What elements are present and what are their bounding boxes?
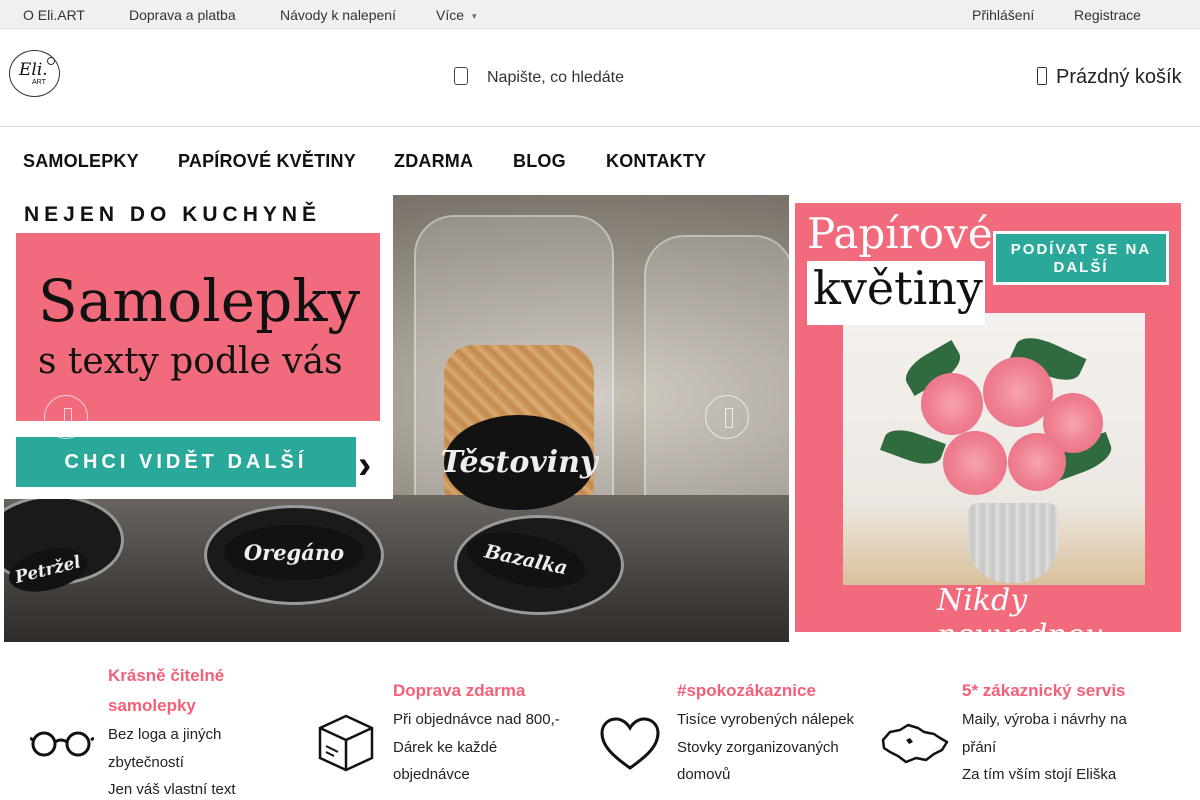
vase-shape [968,503,1058,583]
slider-prev-button[interactable] [44,395,88,439]
feature-title-line2: samolepky [108,696,196,715]
promo-pink-box: Samolepky s texty podle vás [16,233,380,421]
chevron-right-icon[interactable]: › [358,443,371,488]
top-link-shipping[interactable]: Doprava a platba [129,7,236,23]
paper-flowers-banner[interactable]: Papírové květiny PODÍVAT SE NA DALŠÍ Nik… [795,203,1181,632]
feature-line: Tisíce vyrobených nálepek [677,711,855,728]
chevron-down-icon: ▾ [472,11,477,21]
top-link-about[interactable]: O Eli.ART [23,7,85,23]
promo-card-stickers: NEJEN DO KUCHYNĚ Samolepky s texty podle… [4,195,393,499]
feature-title: 5* zákaznický servis [962,681,1126,700]
glasses-icon [30,731,94,757]
logo-subtext: ART [32,79,46,86]
feature-line: Při objednávce nad 800,- [393,711,560,728]
top-link-more-label: Více [436,7,465,23]
promo-title: Samolepky [38,267,361,335]
flowers-title-bottom: květiny [813,261,983,315]
slider-next-button[interactable] [705,395,749,439]
top-link-guides[interactable]: Návody k nalepení [280,7,396,23]
flower-icon [47,57,55,65]
hero-slider[interactable]: Těstoviny Oregáno Bazalka Petržel NEJEN … [4,195,789,642]
feature-line: Maily, výroba i návrhy na [962,711,1127,728]
jar-label: Oregáno [224,525,364,580]
flowers-title-top: Papírové [807,209,993,258]
search-placeholder: Napište, co hledáte [487,69,624,86]
feature-line: domovů [677,766,731,783]
flower-shape [921,373,983,435]
feature-title: Krásně čitelné [108,666,225,685]
cart-label: Prázdný košík [1056,66,1182,88]
search-field[interactable]: Napište, co hledáte [450,61,750,93]
logo-text: Eli. [19,60,48,80]
jar-label: Těstoviny [441,415,597,510]
feature-line: objednávce [393,766,470,783]
cart-icon [1037,67,1047,85]
promo-cta-button[interactable]: CHCI VIDĚT DALŠÍ [16,437,356,487]
flowers-cta-button[interactable]: PODÍVAT SE NA DALŠÍ [993,231,1169,285]
box-icon [318,714,374,772]
search-icon [454,67,468,85]
feature-title: #spokozákaznice [677,681,816,700]
feature-line: Stovky zorganizovaných [677,739,839,756]
nav-item-blog[interactable]: BLOG [513,151,566,172]
czech-map-icon [881,723,949,764]
feature-line: Bez loga a jiných [108,726,222,743]
flower-shape [1008,433,1066,491]
feature-line: zbytečností [108,754,184,771]
flowers-script-text: Nikdy neuvadnou [937,583,1104,632]
nav-item-stickers[interactable]: SAMOLEPKY [23,151,139,172]
feature-line: přání [962,739,997,756]
site-header: Eli. ART Napište, co hledáte Prázdný koš… [0,29,1200,127]
logo[interactable]: Eli. ART [9,50,60,97]
feature-line: Jen váš vlastní text [108,781,236,798]
login-link[interactable]: Přihlášení [972,7,1034,23]
nav-item-free[interactable]: ZDARMA [394,151,473,172]
promo-subtitle: s texty podle vás [38,341,343,382]
promo-headline: NEJEN DO KUCHYNĚ [24,203,322,226]
flowers-photo [843,313,1145,585]
nav-item-contacts[interactable]: KONTAKTY [606,151,706,172]
jars-photo [4,495,789,642]
register-link[interactable]: Registrace [1074,7,1141,23]
heart-icon [600,717,660,770]
flower-shape [983,357,1053,427]
top-bar: O Eli.ART Doprava a platba Návody k nale… [0,0,1200,29]
top-link-more[interactable]: Více ▾ [436,7,477,23]
flower-shape [943,431,1007,495]
feature-title: Doprava zdarma [393,681,526,700]
nav-item-paper-flowers[interactable]: PAPÍROVÉ KVĚTINY [178,151,356,172]
feature-line: Za tím vším stojí Eliška [962,766,1117,783]
feature-line: Dárek ke každé [393,739,498,756]
